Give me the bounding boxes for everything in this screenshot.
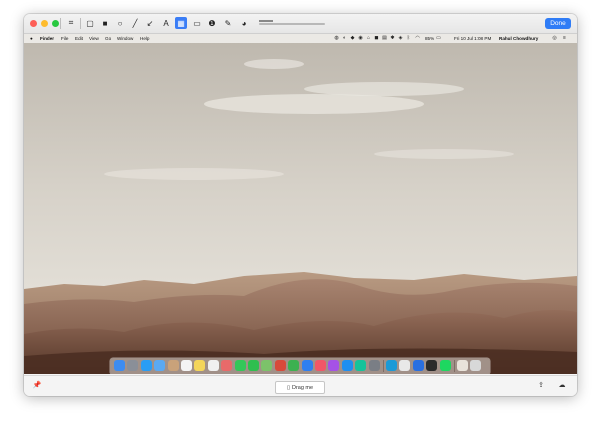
window-controls [30,20,59,27]
menu-window[interactable]: Window [117,36,133,41]
rectangle-filled-icon[interactable]: ■ [99,17,111,29]
ellipse-icon[interactable]: ○ [114,17,126,29]
status-icon[interactable]: ◆ [350,36,355,41]
music-icon[interactable] [315,360,326,371]
screenshot-canvas[interactable]: ● Finder File Edit View Go Window Help ◍… [24,34,577,374]
reminders-icon[interactable] [207,360,219,371]
dock-separator [383,360,384,372]
app-store-icon[interactable] [341,360,353,371]
status-icon[interactable]: ▤ [382,36,387,41]
status-icon[interactable]: ◉ [358,36,363,41]
status-icon[interactable]: ⌂ [366,36,371,41]
slack-icon[interactable] [399,360,411,371]
text-icon[interactable]: A [160,17,172,29]
editor-bottom-bar: 📌 ▯ Drag me ⇪ ☁ [24,375,577,396]
pencil-icon[interactable]: ✎ [222,17,234,29]
system-preferences-icon[interactable] [368,360,380,371]
launchpad-icon[interactable] [127,360,139,371]
line-icon[interactable]: ╱ [129,17,141,29]
maps-icon[interactable] [261,360,273,371]
trash-icon[interactable] [470,360,482,371]
apple-menu-icon[interactable]: ● [30,36,33,41]
edge-icon[interactable] [386,360,397,371]
highlight-icon[interactable]: ▭ [191,17,203,29]
minimize-button[interactable] [41,20,48,27]
status-icon[interactable]: ◈ [398,36,403,41]
screenshot-editor-window: ⌗ ▢ ■ ○ ╱ ↙ A ▦ ▭ ❶ ✎ ◕ Done ● Finder Fi… [24,14,577,396]
drag-me-button[interactable]: ▯ Drag me [275,381,325,394]
color-picker-icon[interactable]: ◕ [238,17,250,29]
stroke-width-slider[interactable] [259,20,325,25]
status-icon[interactable]: ◼ [374,36,379,41]
documents-icon[interactable] [457,360,468,371]
menu-datetime[interactable]: Fri 10 Jul 1:08 PM [454,36,491,41]
notes-icon[interactable] [194,360,206,371]
battery-icon[interactable]: ▭ [436,36,441,41]
wifi-icon[interactable]: ◠ [415,36,420,41]
menu-go[interactable]: Go [105,36,111,41]
battery-percentage: 85% [425,36,435,41]
calendar-icon[interactable] [181,360,192,371]
close-button[interactable] [30,20,37,27]
blur-icon[interactable]: ▦ [175,17,187,29]
document-icon: ▯ [286,384,290,391]
desert-wallpaper [24,34,577,374]
spotify-icon[interactable] [439,360,451,371]
zoom-button[interactable] [52,20,59,27]
menu-file[interactable]: File [61,36,68,41]
keynote-icon[interactable] [301,360,313,371]
safari-icon[interactable] [140,360,152,371]
counter-icon[interactable]: ❶ [206,17,218,29]
drag-me-label: Drag me [291,384,314,391]
status-icon[interactable]: ✱ [390,36,395,41]
editor-toolbar: ⌗ ▢ ■ ○ ╱ ↙ A ▦ ▭ ❶ ✎ ◕ Done [24,14,577,34]
menu-app-name[interactable]: Finder [40,36,54,41]
todo-icon[interactable] [412,360,424,371]
menu-user-name[interactable]: Rahul Chowdhury [499,36,538,41]
control-center-icon[interactable]: ≡ [562,36,567,41]
crop-icon[interactable]: ⌗ [65,17,77,29]
rectangle-outline-icon[interactable]: ▢ [84,17,96,29]
grammarly-icon[interactable] [355,360,367,371]
toolbar-divider [60,18,61,29]
podcasts-icon[interactable] [328,360,340,371]
macos-dock [110,358,490,374]
facetime-icon[interactable] [248,360,259,371]
messages-icon[interactable] [234,360,246,371]
photo-booth-icon[interactable] [274,360,286,371]
share-icon[interactable]: ⇪ [536,381,546,391]
arrow-icon[interactable]: ↙ [144,17,156,29]
menu-view[interactable]: View [89,36,99,41]
numbers-icon[interactable] [288,360,300,371]
mail-icon[interactable] [154,360,166,371]
dock-separator [454,360,455,372]
slider-knob[interactable] [259,20,273,22]
wifi-status-icon[interactable]: ◍ [334,36,339,41]
menu-edit[interactable]: Edit [75,36,83,41]
done-button[interactable]: Done [545,18,571,29]
finder-icon[interactable] [114,360,125,371]
spotlight-icon[interactable]: ◎ [552,36,557,41]
terminal-icon[interactable] [426,360,438,371]
menu-help[interactable]: Help [140,36,149,41]
toolbar-divider [80,18,81,29]
status-icon[interactable]: ◐ [342,36,347,41]
pin-icon[interactable]: 📌 [32,381,42,391]
cloud-upload-icon[interactable]: ☁ [557,381,567,391]
macos-menu-bar: ● Finder File Edit View Go Window Help ◍… [24,34,577,43]
contacts-icon[interactable] [167,360,179,371]
bluetooth-icon[interactable]: ᛒ [406,36,411,41]
photos-icon[interactable] [221,360,233,371]
